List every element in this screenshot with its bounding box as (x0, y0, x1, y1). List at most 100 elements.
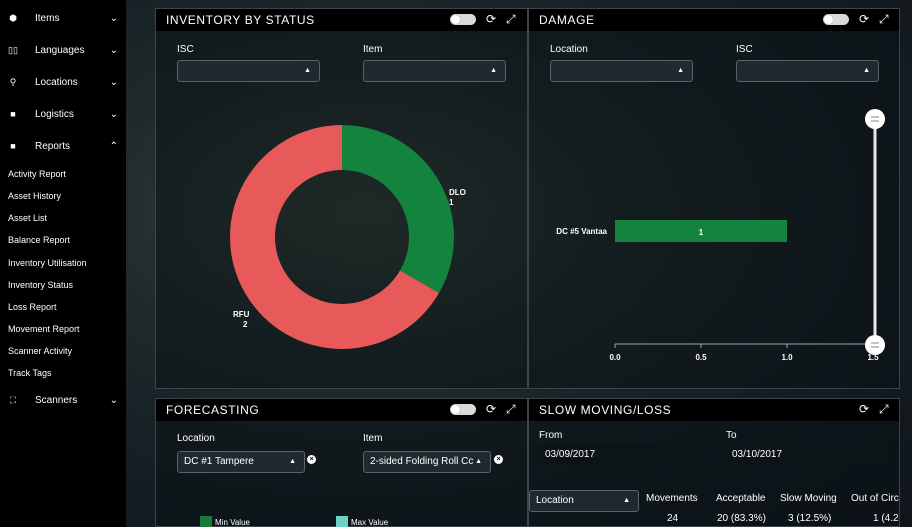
sidebar-item-label: Logistics (35, 108, 74, 120)
sidebar-item-scanners[interactable]: ⛶ Scanners ⌄ (0, 384, 126, 416)
sidebar-item-label: Scanners (35, 394, 78, 406)
select-value: 2-sided Folding Roll Cc (370, 456, 474, 467)
table-cell: 20 (83.3%) (717, 513, 766, 524)
column-header[interactable]: Slow Moving (780, 493, 837, 504)
location-select[interactable]: ▲ (550, 60, 693, 82)
slider-handle-top[interactable] (865, 109, 885, 129)
forecasting-panel: FORECASTING ⟳ ⤢ Location DC #1 Tampere ▲… (155, 398, 528, 527)
chevron-down-icon: ⌄ (109, 76, 118, 88)
bar-value-label: 1 (699, 228, 704, 237)
report-balance[interactable]: Balance Report (8, 229, 70, 251)
sidebar-item-items[interactable]: ⬢ Items ⌄ (0, 2, 126, 34)
to-label: To (726, 430, 737, 441)
location-label: Location (177, 433, 215, 444)
table-cell: 1 (4.2 (873, 513, 899, 524)
from-date-input[interactable]: 03/09/2017 (537, 445, 702, 465)
sidebar-item-languages[interactable]: ▯▯ Languages ⌄ (0, 34, 126, 66)
isc-label: ISC (736, 44, 753, 55)
slow-moving-panel: SLOW MOVING/LOSS ⟳ ⤢ From 03/09/2017 To … (528, 398, 900, 527)
sidebar-item-label: Languages (35, 44, 85, 56)
column-header[interactable]: Out of Circ (851, 493, 899, 504)
book-icon: ▯▯ (8, 44, 18, 55)
refresh-icon[interactable]: ⟳ (486, 12, 496, 26)
truck-icon: ■ (10, 109, 16, 119)
sidebar-item-label: Locations (35, 76, 78, 88)
damage-panel: DAMAGE ⟳ ⤢ Location ▲ ISC ▲ 0.0 0.5 1.0 1.5… (528, 8, 900, 389)
sidebar-item-label: Reports (35, 140, 71, 152)
report-loss[interactable]: Loss Report (8, 296, 57, 318)
slice-value-label: 2 (243, 320, 248, 329)
chevron-down-icon: ⌄ (109, 394, 118, 406)
legend-min-swatch (200, 516, 212, 527)
clear-icon[interactable]: × (307, 455, 316, 464)
report-track-tags[interactable]: Track Tags (8, 362, 52, 384)
panel-title: SLOW MOVING/LOSS (539, 403, 672, 417)
toggle-switch[interactable] (823, 14, 849, 25)
location-select[interactable]: DC #1 Tampere ▲ (177, 451, 305, 473)
x-tick-label: 0.0 (609, 353, 621, 362)
toggle-switch[interactable] (450, 404, 476, 415)
bar-chart: 0.0 0.5 1.0 1.51DC #5 Vantaa (556, 109, 885, 362)
category-label: DC #5 Vantaa (556, 227, 607, 236)
expand-icon[interactable]: ⤢ (879, 402, 889, 417)
isc-select[interactable]: ▲ (177, 60, 320, 82)
scanner-icon: ⛶ (9, 394, 17, 405)
column-header[interactable]: Movements (646, 493, 698, 504)
cube-icon: ⬢ (9, 12, 17, 23)
refresh-icon[interactable]: ⟳ (859, 402, 869, 416)
report-scanner-activity[interactable]: Scanner Activity (8, 340, 72, 362)
select-value: DC #1 Tampere (184, 456, 254, 467)
item-label: Item (363, 44, 383, 55)
isc-label: ISC (177, 44, 194, 55)
sort-arrows-icon: ▲ (863, 67, 870, 74)
x-tick-label: 1.0 (781, 353, 793, 362)
panel-title: INVENTORY BY STATUS (166, 13, 315, 27)
sort-arrows-icon: ▲ (490, 67, 497, 74)
toggle-switch[interactable] (450, 14, 476, 25)
inventory-panel: INVENTORY BY STATUS ⟳ ⤢ ISC ▲ Item ▲ DLO… (155, 8, 528, 389)
item-select[interactable]: 2-sided Folding Roll Cc ▲ (363, 451, 491, 473)
panel-header: SLOW MOVING/LOSS ⟳ ⤢ (529, 399, 899, 421)
report-asset-list[interactable]: Asset List (8, 207, 47, 229)
donut-chart: DLO1 RFU2 (230, 125, 466, 349)
sort-arrows-icon: ▲ (304, 67, 311, 74)
sidebar-item-logistics[interactable]: ■ Logistics ⌄ (0, 98, 126, 130)
report-movement[interactable]: Movement Report (8, 318, 80, 340)
expand-icon[interactable]: ⤢ (506, 402, 516, 417)
report-asset-history[interactable]: Asset History (8, 185, 61, 207)
sidebar-item-locations[interactable]: ⚲ Locations ⌄ (0, 66, 126, 98)
panel-header: FORECASTING ⟳ ⤢ (156, 399, 527, 421)
from-label: From (539, 430, 563, 441)
report-inventory-utilisation[interactable]: Inventory Utilisation (8, 252, 87, 274)
report-inventory-status[interactable]: Inventory Status (8, 274, 73, 296)
select-value: Location (536, 495, 574, 506)
location-sort-select[interactable]: Location ▲ (529, 490, 639, 512)
slider-handle-bottom[interactable] (865, 335, 885, 355)
sidebar-item-reports[interactable]: ■ Reports ⌃ (0, 130, 126, 162)
chevron-up-icon: ⌃ (109, 140, 118, 152)
panel-header: INVENTORY BY STATUS ⟳ ⤢ (156, 9, 527, 31)
report-icon: ■ (10, 141, 16, 151)
column-header[interactable]: Acceptable (716, 493, 765, 504)
report-activity[interactable]: Activity Report (8, 163, 66, 185)
refresh-icon[interactable]: ⟳ (859, 12, 869, 26)
isc-select[interactable]: ▲ (736, 60, 879, 82)
legend-max-label: Max Value (351, 518, 389, 527)
to-date-input[interactable]: 03/10/2017 (724, 445, 889, 465)
legend-min-label: Min Value (215, 518, 250, 527)
chevron-down-icon: ⌄ (109, 44, 118, 56)
chevron-down-icon: ⌄ (109, 108, 118, 120)
item-select[interactable]: ▲ (363, 60, 506, 82)
clear-icon[interactable]: × (494, 455, 503, 464)
expand-icon[interactable]: ⤢ (879, 12, 889, 27)
donut-slice-dlo[interactable] (342, 125, 454, 293)
sort-arrows-icon: ▲ (677, 67, 684, 74)
slice-label: DLO (449, 188, 466, 197)
legend-max-swatch (336, 516, 348, 527)
refresh-icon[interactable]: ⟳ (486, 402, 496, 416)
expand-icon[interactable]: ⤢ (506, 12, 516, 27)
table-cell: 24 (667, 513, 679, 524)
sort-arrows-icon: ▲ (289, 458, 296, 465)
table-cell: 3 (12.5%) (788, 513, 832, 524)
sidebar: ⬢ Items ⌄ ▯▯ Languages ⌄ ⚲ Locations ⌄ ■… (0, 0, 126, 527)
